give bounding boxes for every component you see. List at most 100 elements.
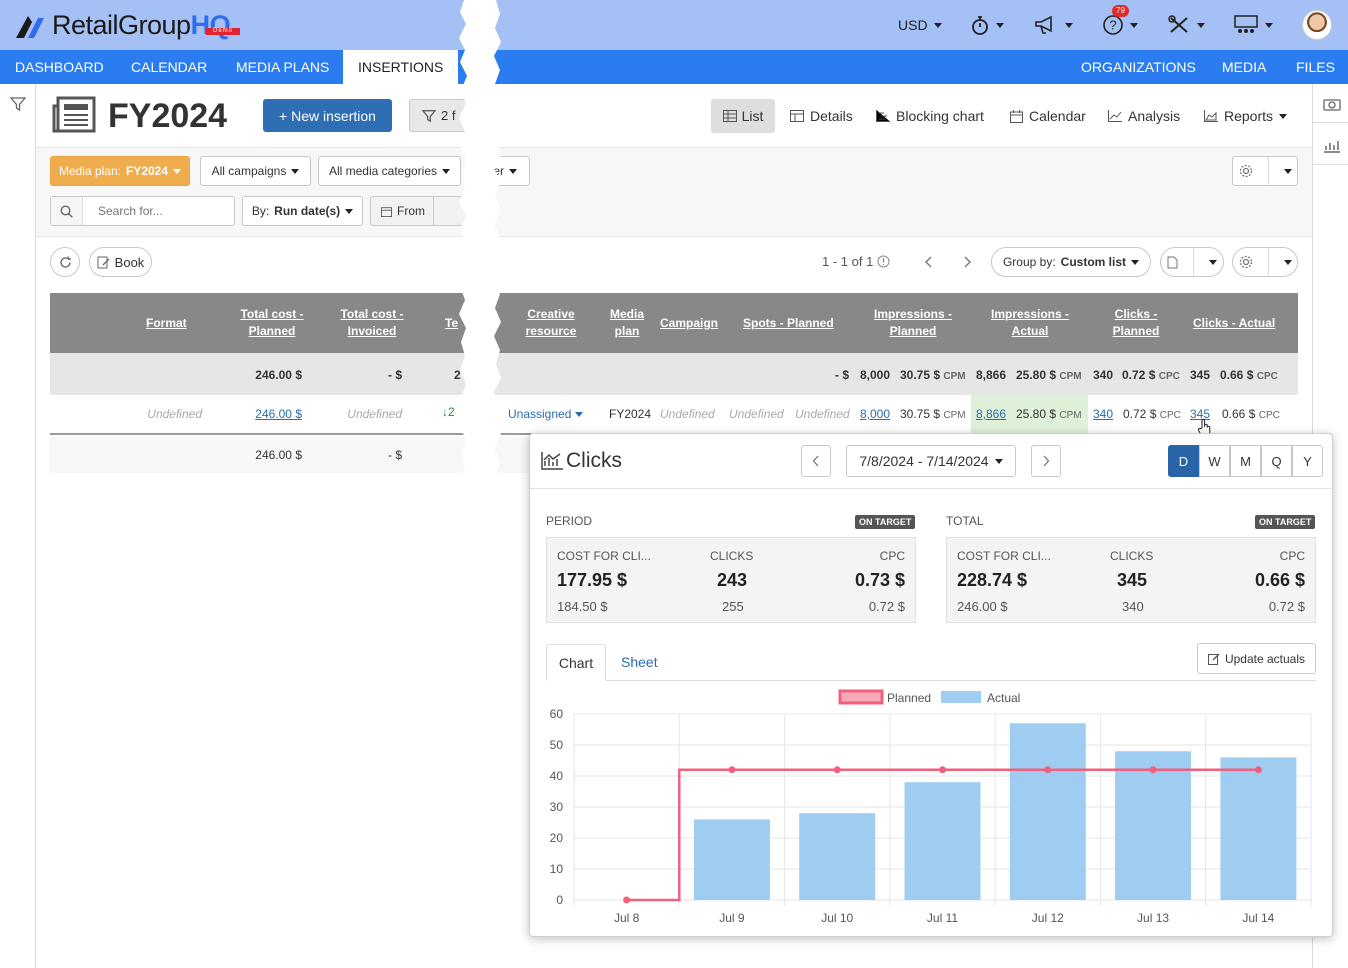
tab-chart[interactable]: Chart — [546, 644, 606, 681]
row-format: Undefined — [147, 407, 202, 421]
user-avatar[interactable] — [1302, 10, 1332, 40]
row-creative-label: Unassigned — [508, 407, 572, 421]
brand-logo[interactable]: RetailGroupHQ — [14, 8, 231, 42]
next-range-button[interactable] — [1031, 445, 1061, 477]
view-reports-button[interactable]: Reports — [1204, 99, 1288, 133]
chart-icon[interactable] — [1323, 138, 1341, 154]
column-format[interactable]: Format — [146, 315, 187, 332]
search-box[interactable] — [50, 196, 235, 226]
summary-cpm-actual-unit: CPM — [1059, 371, 1082, 382]
view-list-button[interactable]: List — [711, 99, 775, 133]
column-impressions-actual[interactable]: Impressions - Actual — [984, 306, 1076, 340]
date-mode-select[interactable]: By: Run date(s) — [242, 196, 363, 226]
point-planned — [833, 766, 841, 774]
y-tick-label: 10 — [550, 862, 564, 876]
top-bar: RetailGroupHQ Demo USD ? 79 — [0, 0, 1348, 50]
currency-menu[interactable]: USD — [898, 13, 942, 37]
nav-media[interactable]: MEDIA — [1222, 50, 1266, 84]
camera-icon[interactable] — [1323, 96, 1341, 112]
book-edit-icon — [97, 256, 110, 268]
search-input[interactable] — [88, 204, 228, 218]
gear-icon — [1239, 164, 1252, 178]
view-calendar-button[interactable]: Calendar — [1010, 99, 1086, 133]
stopwatch-icon — [972, 16, 988, 35]
view-details-button[interactable]: Details — [790, 99, 853, 133]
main-nav: DASHBOARD CALENDAR MEDIA PLANS INSERTION… — [0, 50, 1348, 84]
campaigns-filter-label: All campaigns — [211, 164, 287, 178]
team-menu[interactable] — [1233, 13, 1273, 37]
column-impressions-planned[interactable]: Impressions - Planned — [868, 306, 958, 340]
previous-page-icon[interactable] — [924, 256, 934, 268]
media-plan-filter[interactable]: Media plan: FY2024 — [50, 156, 190, 186]
period-month-button[interactable]: M — [1230, 445, 1261, 477]
book-button[interactable]: Book — [89, 247, 152, 277]
filter-settings-button[interactable] — [1232, 156, 1298, 186]
period-day-button[interactable]: D — [1168, 445, 1199, 477]
view-analysis-button[interactable]: Analysis — [1108, 99, 1180, 133]
timer-menu[interactable] — [970, 13, 1004, 37]
help-menu[interactable]: ? 79 — [1102, 5, 1138, 37]
from-date-field[interactable]: From — [370, 196, 470, 226]
row-clicks-planned-link[interactable]: 340 — [1093, 407, 1113, 421]
column-campaign[interactable]: Campaign — [660, 315, 718, 332]
row-creative-select[interactable]: Unassigned — [508, 407, 584, 421]
period-quarter-button[interactable]: Q — [1261, 445, 1292, 477]
nav-media-plans[interactable]: MEDIA PLANS — [236, 50, 329, 84]
chevron-left-icon — [812, 455, 819, 467]
announcements-menu[interactable] — [1033, 13, 1073, 37]
campaigns-filter[interactable]: All campaigns — [200, 156, 311, 186]
filter-icon[interactable] — [10, 96, 26, 112]
column-total-cost-invoiced[interactable]: Total cost - Invoiced — [332, 306, 412, 340]
popup-title: Clicks — [566, 449, 622, 472]
y-tick-label: 40 — [550, 769, 564, 783]
next-page-icon[interactable] — [962, 256, 972, 268]
tools-menu[interactable] — [1167, 13, 1205, 37]
nav-organizations[interactable]: ORGANIZATIONS — [1081, 50, 1196, 84]
nav-insertions[interactable]: INSERTIONS — [343, 50, 459, 84]
update-actuals-button[interactable]: Update actuals — [1197, 643, 1316, 674]
tab-sheet[interactable]: Sheet — [621, 644, 658, 680]
table-settings-button[interactable] — [1232, 247, 1298, 277]
column-clicks-actual[interactable]: Clicks - Actual — [1193, 315, 1275, 332]
period-year-button[interactable]: Y — [1292, 445, 1323, 477]
group-by-select[interactable]: Group by: Custom list — [991, 247, 1151, 277]
column-media-plan[interactable]: Media plan — [605, 306, 649, 340]
row-cpm-unit: CPM — [943, 410, 966, 421]
brand-name-part1: RetailGroup — [52, 10, 191, 40]
chevron-down-icon — [996, 22, 1004, 28]
column-spots-planned[interactable]: Spots - Planned — [743, 315, 834, 332]
summary-impressions-planned-rate: 30.75 $ CPM — [900, 368, 966, 382]
summary-clicks-planned-rate: 0.72 $ CPC — [1122, 368, 1180, 382]
total-clicks-value: 345 — [1117, 570, 1148, 590]
refresh-icon — [59, 255, 71, 268]
nav-dashboard[interactable]: DASHBOARD — [15, 50, 104, 84]
row-cost-planned-link[interactable]: 246.00 $ — [255, 407, 302, 421]
export-button[interactable] — [1160, 247, 1224, 277]
point-planned — [728, 766, 736, 774]
clicks-chart: 0 10 20 30 40 50 60 Jul 8 Jul 9 Jul 10 Jul 11 Jul 1… — [550, 689, 1312, 925]
row-spots-extra: Undefined — [795, 407, 850, 421]
previous-range-button[interactable] — [801, 445, 831, 477]
period-clicks-value: 243 — [717, 570, 748, 590]
column-clicks-planned[interactable]: Clicks - Planned — [1106, 306, 1166, 340]
y-tick-label: 60 — [550, 707, 564, 721]
media-categories-filter[interactable]: All media categories — [318, 156, 461, 186]
row-impressions-planned-rate: 30.75 $ CPM — [900, 407, 966, 421]
row-impressions-planned-link[interactable]: 8,000 — [860, 407, 890, 421]
column-total-cost-planned[interactable]: Total cost - Planned — [232, 306, 312, 340]
new-insertion-button[interactable]: + New insertion — [263, 99, 392, 132]
column-creative-resource[interactable]: Creative resource — [518, 306, 584, 340]
period-cost-planned: 184.50 $ — [557, 599, 608, 614]
period-week-button[interactable]: W — [1199, 445, 1230, 477]
summary-cpm-value: 30.75 $ — [900, 368, 941, 382]
row-impressions-actual-link[interactable]: 8,866 — [976, 407, 1006, 421]
gear-icon — [1239, 255, 1252, 269]
period-cpc-planned: 0.72 $ — [868, 599, 905, 614]
table-row[interactable]: Undefined 246.00 $ Undefined ↓2 Unassign… — [50, 395, 1298, 435]
nav-files[interactable]: FILES — [1296, 50, 1335, 84]
refresh-button[interactable] — [50, 247, 80, 277]
date-range-select[interactable]: 7/8/2024 - 7/14/2024 — [846, 445, 1016, 477]
nav-calendar[interactable]: CALENDAR — [131, 50, 207, 84]
bar-actual — [799, 813, 876, 900]
view-blocking-chart-button[interactable]: Blocking chart — [876, 99, 984, 133]
